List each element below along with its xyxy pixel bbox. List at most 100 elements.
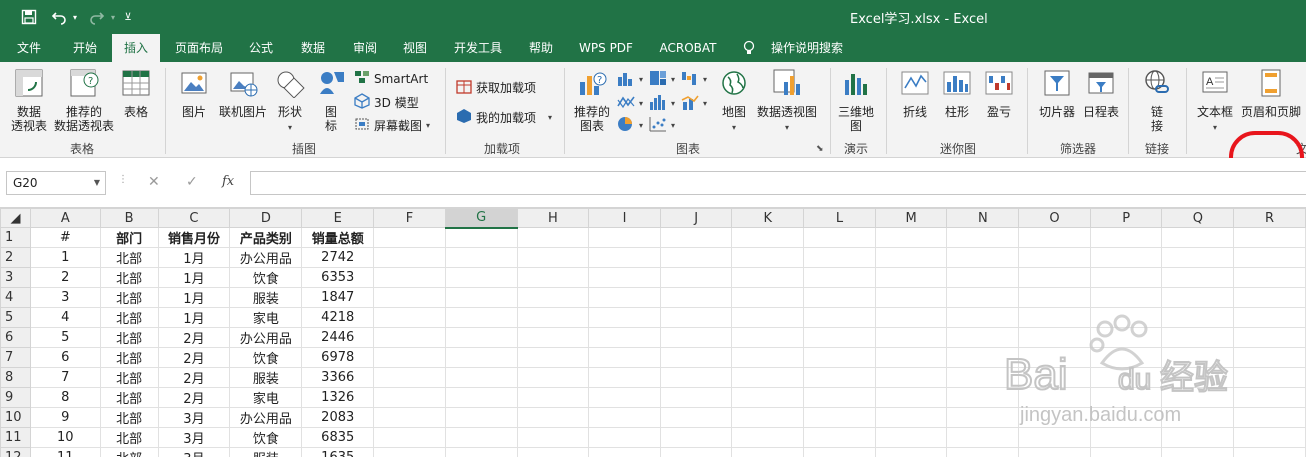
cell[interactable] [373,347,446,368]
cell[interactable] [874,427,948,448]
column-header[interactable]: M [874,208,948,228]
cell[interactable]: 2742 [301,247,375,268]
cell[interactable] [444,307,518,328]
cell[interactable] [946,247,1020,268]
cell[interactable]: 北部 [99,247,159,268]
cell[interactable] [444,267,518,288]
combo-chart-button[interactable]: ▾ [681,94,707,114]
3d-map-button[interactable]: 三维地 图 [836,68,876,133]
cell[interactable] [1233,367,1306,388]
cell[interactable] [803,307,876,328]
cell[interactable] [1161,267,1235,288]
column-chart-button[interactable]: ▾ [617,70,643,90]
recommended-charts-button[interactable]: ? 推荐的 图表 [572,68,612,133]
cell[interactable] [444,407,518,428]
column-header[interactable]: R [1233,208,1306,228]
cell[interactable]: 5 [29,327,101,348]
cell[interactable]: 6353 [301,267,375,288]
cell[interactable] [373,287,446,308]
cell[interactable] [659,327,733,348]
cell[interactable] [588,427,661,448]
cell[interactable] [1233,267,1306,288]
cell[interactable] [1161,227,1235,248]
cell[interactable] [1018,247,1091,268]
cell[interactable] [1018,427,1091,448]
cell[interactable] [373,407,446,428]
cell[interactable]: 1 [29,247,101,268]
screenshot-button[interactable]: 屏幕截图 ▾ [354,116,430,136]
cell[interactable] [444,347,518,368]
cell[interactable]: 北部 [99,307,159,328]
cell[interactable] [1161,247,1235,268]
cell[interactable] [874,447,948,457]
cell[interactable] [516,287,590,308]
cell[interactable] [1233,307,1306,328]
row-header[interactable]: 12 [0,447,31,457]
pivot-chart-button[interactable]: 数据透视图 ▾ [756,68,818,135]
cell[interactable]: 办公用品 [229,247,303,268]
cell[interactable] [659,267,733,288]
recommended-pivot-button[interactable]: ? 推荐的 数据透视表 [52,68,116,133]
sparkline-line-button[interactable]: 折线 [896,68,934,119]
timeline-button[interactable]: 日程表 [1080,68,1122,119]
row-header[interactable]: 4 [0,287,31,308]
cell[interactable] [588,347,661,368]
column-header[interactable]: Q [1161,208,1235,228]
online-pictures-button[interactable]: 联机图片 [216,68,270,119]
cell[interactable]: # [29,227,101,248]
redo-dropdown-icon[interactable]: ▾ [108,6,118,28]
column-header[interactable]: H [516,208,590,228]
cell[interactable]: 3月 [157,407,231,428]
cell[interactable] [731,407,805,428]
cell[interactable] [373,427,446,448]
cell[interactable] [731,427,805,448]
cell[interactable] [731,447,805,457]
cell[interactable] [516,407,590,428]
cell[interactable]: 6978 [301,347,375,368]
cell[interactable] [659,387,733,408]
cell[interactable] [1089,267,1163,288]
cell[interactable] [1089,447,1163,457]
cell[interactable] [946,387,1020,408]
cell[interactable] [874,407,948,428]
row-header[interactable]: 1 [0,227,31,248]
cell[interactable] [874,227,948,248]
my-addins-button[interactable]: 我的加载项 ▾ [456,108,552,128]
tab-data[interactable]: 数据 [292,34,334,62]
shapes-button[interactable]: 形状 ▾ [272,68,308,135]
cell[interactable] [731,387,805,408]
column-header[interactable]: P [1089,208,1163,228]
cell[interactable] [516,367,590,388]
dialog-launcher-icon[interactable]: ⬊ [816,144,824,154]
tab-home[interactable]: 开始 [62,34,108,62]
cell[interactable] [373,327,446,348]
cell[interactable] [1089,347,1163,368]
cell[interactable] [659,307,733,328]
row-header[interactable]: 8 [0,367,31,388]
cell[interactable] [1233,347,1306,368]
undo-dropdown-icon[interactable]: ▾ [70,6,80,28]
cell[interactable] [516,247,590,268]
cell[interactable] [659,287,733,308]
cell[interactable] [659,247,733,268]
cell[interactable] [874,387,948,408]
formula-input[interactable] [250,171,1306,195]
cell[interactable] [588,267,661,288]
sparkline-winloss-button[interactable]: 盈亏 [980,68,1018,119]
cell[interactable] [659,367,733,388]
get-addins-button[interactable]: 获取加载项 [456,78,536,98]
cell[interactable] [1089,227,1163,248]
cell[interactable] [731,327,805,348]
enter-icon[interactable]: ✓ [186,174,198,190]
column-header[interactable]: E [301,208,375,228]
cell[interactable]: 北部 [99,327,159,348]
cell[interactable] [516,327,590,348]
cell[interactable] [1089,407,1163,428]
cell[interactable] [588,287,661,308]
sparkline-column-button[interactable]: 柱形 [938,68,976,119]
cell[interactable] [444,327,518,348]
column-header[interactable]: L [803,208,876,228]
cell[interactable] [1161,407,1235,428]
cell[interactable]: 北部 [99,407,159,428]
cell[interactable] [731,287,805,308]
